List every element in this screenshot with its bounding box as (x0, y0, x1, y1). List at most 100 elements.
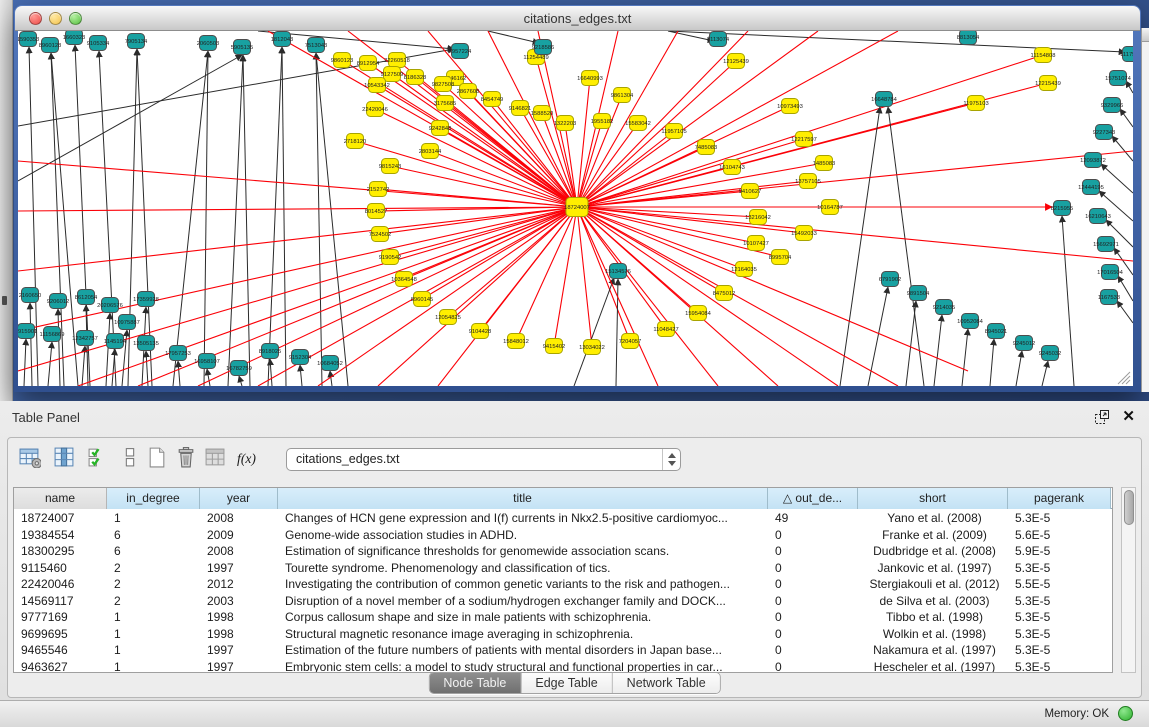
graph-edge[interactable] (330, 371, 332, 386)
graph-edge[interactable] (888, 107, 924, 386)
graph-edge[interactable] (18, 161, 577, 207)
graph-edge[interactable] (207, 369, 210, 386)
column-header-in-degree[interactable]: in_degree (107, 488, 200, 509)
graph-edge[interactable] (1117, 301, 1133, 323)
graph-edge[interactable] (204, 51, 208, 386)
graph-node-label: 22420046 (362, 107, 388, 113)
table-row[interactable]: 977716911998Corpus callosum shape and si… (14, 609, 1112, 626)
graph-edge[interactable] (18, 207, 577, 371)
graph-edge[interactable] (574, 278, 614, 386)
graph-edge[interactable] (577, 151, 1133, 207)
graph-edge[interactable] (58, 309, 60, 386)
resize-grip[interactable] (1118, 372, 1130, 384)
graph-edge[interactable] (1126, 81, 1133, 93)
graph-edge[interactable] (377, 85, 577, 207)
graph-edge[interactable] (18, 207, 577, 271)
table-options-icon[interactable] (19, 446, 45, 472)
graph-node-label: 9127509 (381, 72, 404, 78)
network-window-titlebar[interactable]: citations_edges.txt (15, 6, 1140, 31)
graph-edge[interactable] (30, 303, 32, 386)
graph-edge[interactable] (1042, 361, 1048, 386)
graph-edge[interactable] (228, 55, 243, 386)
column-visibility-icon[interactable] (53, 446, 79, 472)
tab-edge-table[interactable]: Edge Table (521, 673, 612, 693)
graph-edge[interactable] (112, 349, 115, 386)
graph-edge[interactable] (268, 47, 282, 386)
table-row[interactable]: 946362711997Embryonic stem cells: a mode… (14, 659, 1112, 673)
column-header-year[interactable]: year (200, 488, 278, 509)
graph-edge[interactable] (178, 361, 180, 386)
graph-edge[interactable] (146, 351, 148, 386)
table-row[interactable]: 1938455462009Genome-wide association stu… (14, 527, 1112, 544)
graph-edge[interactable] (554, 207, 577, 346)
delete-table-icon[interactable] (204, 446, 230, 472)
graph-edge[interactable] (24, 339, 26, 386)
column-header-short[interactable]: short (858, 488, 1008, 509)
graph-edge[interactable] (990, 339, 994, 386)
table-selector-dropdown[interactable]: citations_edges.txt (286, 448, 681, 471)
graph-edge[interactable] (239, 376, 242, 386)
float-panel-icon[interactable] (1094, 409, 1110, 425)
graph-edge[interactable] (577, 207, 658, 386)
graph-edge[interactable] (438, 207, 577, 386)
table-row[interactable]: 2242004622012Investigating the contribut… (14, 576, 1112, 593)
graph-edge[interactable] (1118, 276, 1133, 301)
vertical-scrollbar[interactable] (1121, 487, 1136, 673)
graph-edge[interactable] (243, 55, 250, 386)
graph-edge[interactable] (270, 359, 272, 386)
table-row[interactable]: 946554611997Estimation of the future num… (14, 642, 1112, 659)
graph-edge[interactable] (906, 301, 916, 386)
graph-edge[interactable] (18, 207, 577, 331)
graph-edge[interactable] (577, 207, 592, 347)
graph-node-label: 10684052 (317, 361, 343, 367)
scrollbar-thumb[interactable] (1124, 490, 1134, 525)
graph-edge[interactable] (577, 123, 638, 207)
clear-selection-icon[interactable] (119, 446, 145, 472)
new-column-icon[interactable] (146, 446, 172, 472)
graph-edge[interactable] (443, 84, 577, 207)
graph-edge[interactable] (128, 49, 137, 386)
graph-edge[interactable] (300, 365, 302, 386)
graph-edge[interactable] (422, 207, 577, 299)
column-header-out-de[interactable]: △ out_de... (768, 488, 858, 509)
select-rows-icon[interactable] (87, 446, 113, 472)
graph-edge[interactable] (48, 342, 52, 386)
tab-node-table[interactable]: Node Table (429, 673, 521, 693)
graph-edge[interactable] (1120, 109, 1133, 127)
column-header-name[interactable]: name (14, 488, 107, 509)
table-row[interactable]: 911546021997Tourette syndrome. Phenomeno… (14, 560, 1112, 577)
graph-edge[interactable] (577, 61, 736, 207)
graph-edge[interactable] (577, 207, 718, 386)
tab-network-table[interactable]: Network Table (613, 673, 720, 693)
delete-column-icon[interactable] (175, 446, 201, 472)
graph-edge[interactable] (1062, 216, 1074, 386)
graph-edge[interactable] (1112, 136, 1133, 161)
column-header-pagerank[interactable]: pagerank (1008, 488, 1111, 509)
graph-node-label: 16210643 (1085, 214, 1111, 220)
table-row[interactable]: 969969511998Structural magnetic resonanc… (14, 626, 1112, 643)
graph-edge[interactable] (173, 51, 208, 386)
graph-edge[interactable] (962, 329, 968, 386)
graph-edge[interactable] (428, 31, 577, 207)
table-row[interactable]: 1456911722003Disruption of a novel membe… (14, 593, 1112, 610)
table-cell: 0 (768, 543, 858, 560)
graph-edge[interactable] (934, 315, 942, 386)
graph-edge[interactable] (1101, 164, 1133, 193)
function-builder-icon[interactable]: f(x) (236, 446, 262, 472)
network-canvas[interactable]: 1872400798601238912954222605189127509818… (18, 31, 1133, 386)
svg-text:f(x): f(x) (237, 451, 256, 467)
graph-edge[interactable] (488, 31, 539, 43)
graph-edge[interactable] (668, 31, 1125, 52)
network-window[interactable]: citations_edges.txt 18724007986012389129… (14, 5, 1141, 392)
graph-edge[interactable] (448, 207, 577, 317)
graph-edge[interactable] (1016, 351, 1022, 386)
graph-edge[interactable] (840, 107, 880, 386)
table-cell: Investigating the contribution of common… (278, 576, 768, 593)
column-header-title[interactable]: title (278, 488, 768, 509)
graph-edge[interactable] (282, 47, 286, 386)
close-panel-icon[interactable]: ✕ (1122, 407, 1135, 425)
table-row[interactable]: 1830029562008Estimation of significance … (14, 543, 1112, 560)
graph-node-label: 7905134 (125, 39, 148, 45)
table-row[interactable]: 1872400712008Changes of HCN gene express… (14, 510, 1112, 527)
graph-edge[interactable] (375, 109, 577, 207)
